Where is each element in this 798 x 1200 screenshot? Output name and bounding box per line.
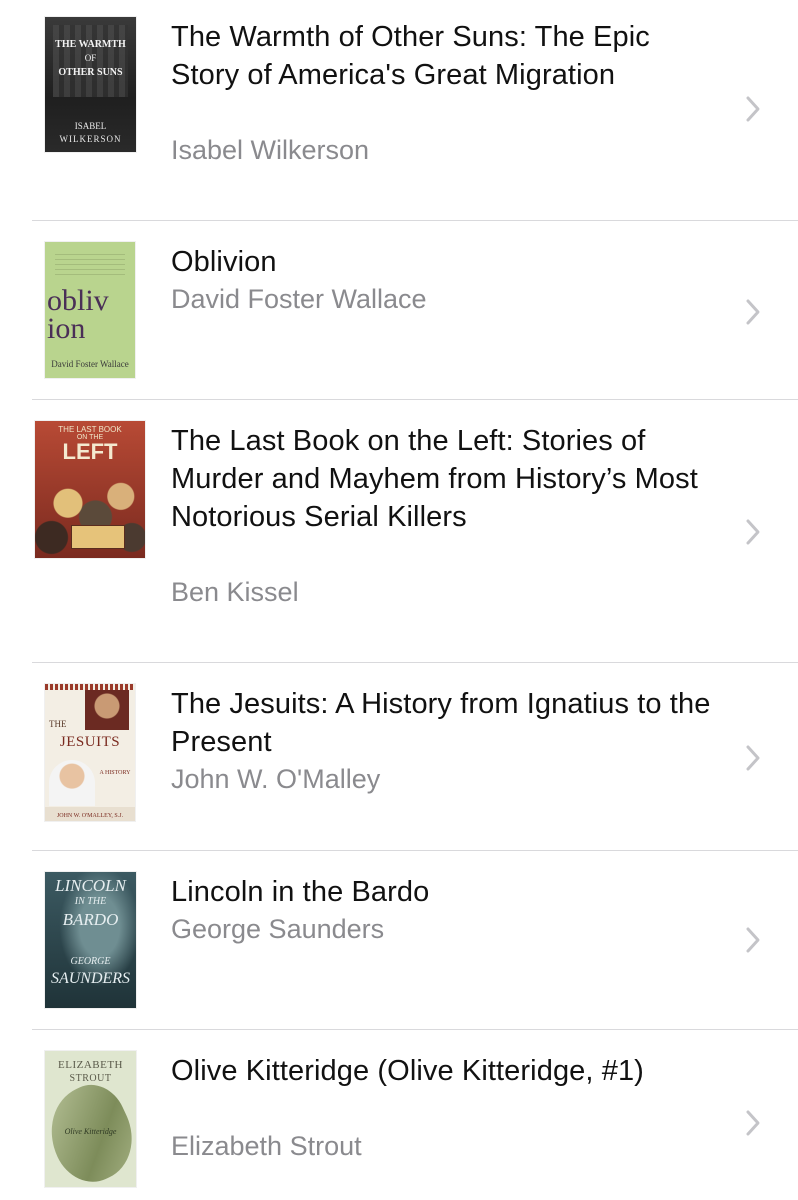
cover-text: STROUT bbox=[69, 1073, 112, 1084]
cover-text: A HISTORY bbox=[99, 770, 131, 776]
book-title: The Jesuits: A History from Ignatius to … bbox=[171, 688, 711, 758]
cover-text: ion bbox=[47, 312, 86, 345]
cover-label bbox=[71, 525, 125, 549]
cover-text: JOHN W. O'MALLEY, S.J. bbox=[56, 813, 124, 819]
chevron-right-icon bbox=[746, 745, 760, 771]
cover-text: ELIZABETH bbox=[58, 1059, 123, 1071]
cover-portrait bbox=[49, 760, 95, 806]
cover-text: THE WARMTH bbox=[55, 39, 126, 50]
book-author: Ben Kissel bbox=[171, 577, 299, 607]
book-row[interactable]: THE WARMTH OF OTHER SUNS ISABEL WILKERSO… bbox=[0, 0, 798, 220]
cover-text: IN THE bbox=[74, 896, 107, 907]
book-cover: THE WARMTH OF OTHER SUNS ISABEL WILKERSO… bbox=[45, 17, 136, 152]
book-author: John W. O'Malley bbox=[171, 764, 381, 794]
cover-text: BARDO bbox=[62, 910, 119, 929]
chevron-right-icon bbox=[746, 299, 760, 325]
book-title: Lincoln in the Bardo bbox=[171, 876, 430, 908]
book-row[interactable]: THE LAST BOOK ON THE LEFT The Last Book … bbox=[0, 400, 798, 662]
cover-text: LEFT bbox=[62, 439, 118, 464]
book-row[interactable]: LINCOLN IN THE BARDO GEORGE SAUNDERS Lin… bbox=[0, 851, 798, 1029]
book-title: The Warmth of Other Suns: The Epic Story… bbox=[171, 21, 650, 91]
book-author: Elizabeth Strout bbox=[171, 1131, 362, 1161]
book-row[interactable]: THE JESUITS A HISTORY JOHN W. O'MALLEY, … bbox=[0, 663, 798, 850]
book-cover: THE LAST BOOK ON THE LEFT bbox=[35, 421, 145, 558]
cover-text: David Foster Wallace bbox=[51, 359, 129, 369]
book-list: THE WARMTH OF OTHER SUNS ISABEL WILKERSO… bbox=[0, 0, 798, 1200]
cover-text: WILKERSON bbox=[59, 134, 122, 144]
book-cover: ELIZABETH STROUT Olive Kitteridge bbox=[45, 1051, 136, 1187]
book-cover: THE JESUITS A HISTORY JOHN W. O'MALLEY, … bbox=[45, 684, 135, 821]
cover-text: GEORGE bbox=[70, 956, 111, 967]
book-title: Oblivion bbox=[171, 246, 277, 278]
book-author: George Saunders bbox=[171, 914, 385, 944]
book-title: Olive Kitteridge (Olive Kitteridge, #1) bbox=[171, 1055, 644, 1087]
book-cover: LINCOLN IN THE BARDO GEORGE SAUNDERS bbox=[45, 872, 136, 1008]
cover-text: JESUITS bbox=[59, 734, 121, 750]
cover-text: OTHER SUNS bbox=[58, 67, 123, 78]
cover-text: THE LAST BOOK bbox=[58, 425, 122, 434]
book-title: The Last Book on the Left: Stories of Mu… bbox=[171, 425, 698, 533]
cover-text: LINCOLN bbox=[55, 876, 126, 895]
cover-text: OF bbox=[84, 53, 97, 63]
cover-text: Olive Kitteridge bbox=[64, 1127, 117, 1136]
chevron-right-icon bbox=[746, 96, 760, 122]
book-author: Isabel Wilkerson bbox=[171, 135, 370, 165]
chevron-right-icon bbox=[746, 1110, 760, 1136]
book-author: David Foster Wallace bbox=[171, 284, 427, 314]
book-row[interactable]: obliv ion David Foster Wallace Oblivion … bbox=[0, 221, 798, 399]
cover-text: SAUNDERS bbox=[50, 970, 131, 987]
book-cover: obliv ion David Foster Wallace bbox=[45, 242, 135, 378]
cover-text: THE bbox=[49, 719, 67, 729]
book-row[interactable]: ELIZABETH STROUT Olive Kitteridge Olive … bbox=[0, 1030, 798, 1200]
chevron-right-icon bbox=[746, 927, 760, 953]
cover-text: ISABEL bbox=[74, 121, 107, 131]
chevron-right-icon bbox=[746, 519, 760, 545]
